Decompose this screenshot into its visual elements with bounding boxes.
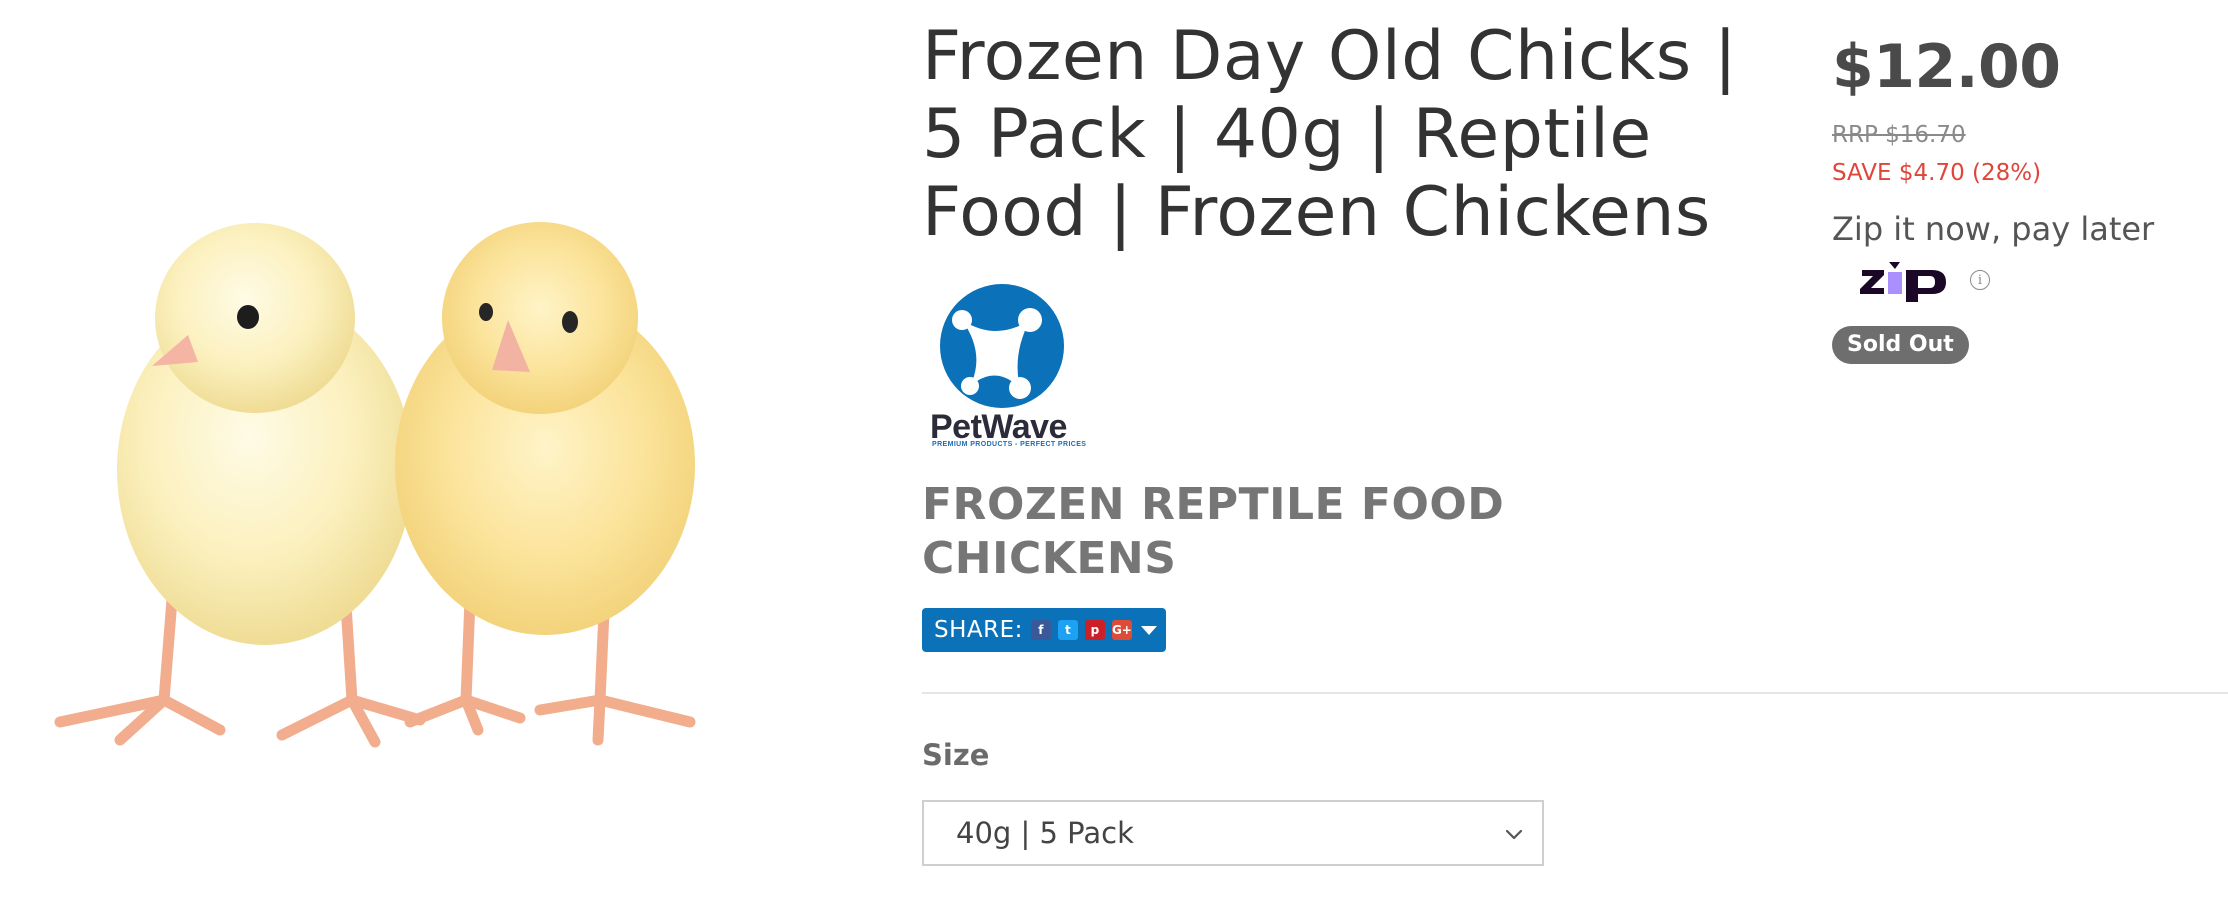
pinterest-icon[interactable]: p [1084,620,1105,640]
size-selected-value: 40g | 5 Pack [956,816,1134,850]
facebook-icon[interactable]: f [1030,620,1051,640]
chicks-illustration [54,222,696,748]
product-category: FROZEN REPTILE FOOD CHICKENS [922,479,1505,584]
save-amount: SAVE $4.70 (28%) [1832,160,2042,186]
size-select[interactable]: 40g | 5 Pack [922,800,1544,866]
google-plus-icon[interactable]: G+ [1111,620,1132,640]
rrp-price: RRP $16.70 [1832,122,1966,148]
petwave-logo-icon [940,284,1064,408]
share-bar[interactable]: SHARE: f t p G+ [922,608,1166,652]
product-title: Frozen Day Old Chicks | 5 Pack | 40g | R… [922,17,1738,252]
twitter-icon[interactable]: t [1057,620,1078,640]
zip-logo-icon [1860,262,1946,302]
zip-logo[interactable] [1852,258,1952,304]
brand-tagline: PREMIUM PRODUCTS - PERFECT PRICES [932,441,1087,448]
info-icon[interactable]: i [1970,270,1990,290]
chevron-down-icon[interactable] [1140,625,1157,635]
zip-pay-later-text: Zip it now, pay later [1832,210,2155,248]
divider [922,692,2228,694]
share-label: SHARE: [934,617,1023,643]
product-price: $12.00 [1832,32,2061,102]
product-image[interactable] [0,0,880,902]
chevron-down-icon [1505,829,1523,840]
size-label: Size [922,738,990,772]
sold-out-badge: Sold Out [1832,326,1969,364]
